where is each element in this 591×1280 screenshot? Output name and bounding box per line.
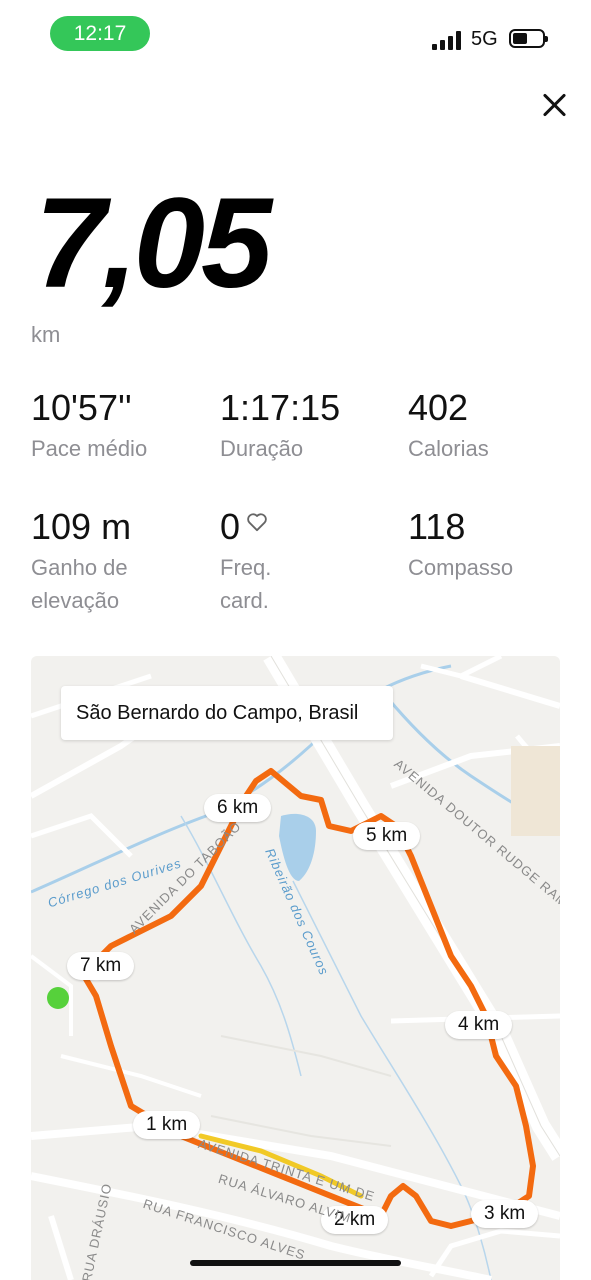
- stat-pace: 10'57'' Pace médio: [31, 388, 147, 465]
- stat-value: 10'57'': [31, 387, 132, 428]
- stat-label: Ganho de elevação: [31, 554, 128, 613]
- stat-label: Freq. card.: [220, 554, 272, 613]
- route-map[interactable]: São Bernardo do Campo, Brasil 1 km 2 km …: [31, 656, 560, 1280]
- stat-value: 118: [408, 506, 466, 547]
- stat-label: Calorias: [408, 435, 489, 461]
- stat-elevation: 109 m Ganho de elevação: [31, 507, 181, 617]
- stat-value: 1:17:15: [220, 387, 341, 428]
- heart-icon: [247, 513, 267, 532]
- stat-calories: 402 Calorias: [408, 388, 489, 465]
- km-marker-1: 1 km: [133, 1111, 201, 1139]
- location-label: São Bernardo do Campo, Brasil: [61, 686, 393, 740]
- km-marker-4: 4 km: [445, 1011, 513, 1039]
- close-icon[interactable]: [537, 88, 571, 122]
- home-indicator: [190, 1260, 401, 1266]
- stat-value: 109 m: [31, 506, 132, 547]
- signal-icon: [432, 30, 462, 50]
- stat-value: 0: [220, 506, 241, 547]
- status-bar: 12:17 5G: [0, 0, 591, 68]
- stat-cadence: 118 Compasso: [408, 507, 513, 584]
- stat-duration: 1:17:15 Duração: [220, 388, 340, 465]
- km-marker-6: 6 km: [204, 794, 272, 822]
- start-point-icon: [47, 987, 69, 1009]
- network-label: 5G: [471, 28, 498, 50]
- stat-label: Duração: [220, 435, 304, 461]
- km-marker-5: 5 km: [353, 822, 421, 850]
- distance-unit: km: [31, 322, 61, 347]
- stat-label: Compasso: [408, 554, 514, 580]
- total-distance: 7,05: [35, 172, 272, 315]
- km-marker-7: 7 km: [67, 952, 135, 980]
- status-time: 12:17: [50, 16, 150, 51]
- battery-icon: [509, 29, 548, 48]
- km-marker-3: 3 km: [471, 1200, 539, 1228]
- stat-label: Pace médio: [31, 435, 148, 461]
- stat-heart-rate: 0 Freq. card.: [220, 507, 300, 617]
- stat-value: 402: [408, 387, 469, 428]
